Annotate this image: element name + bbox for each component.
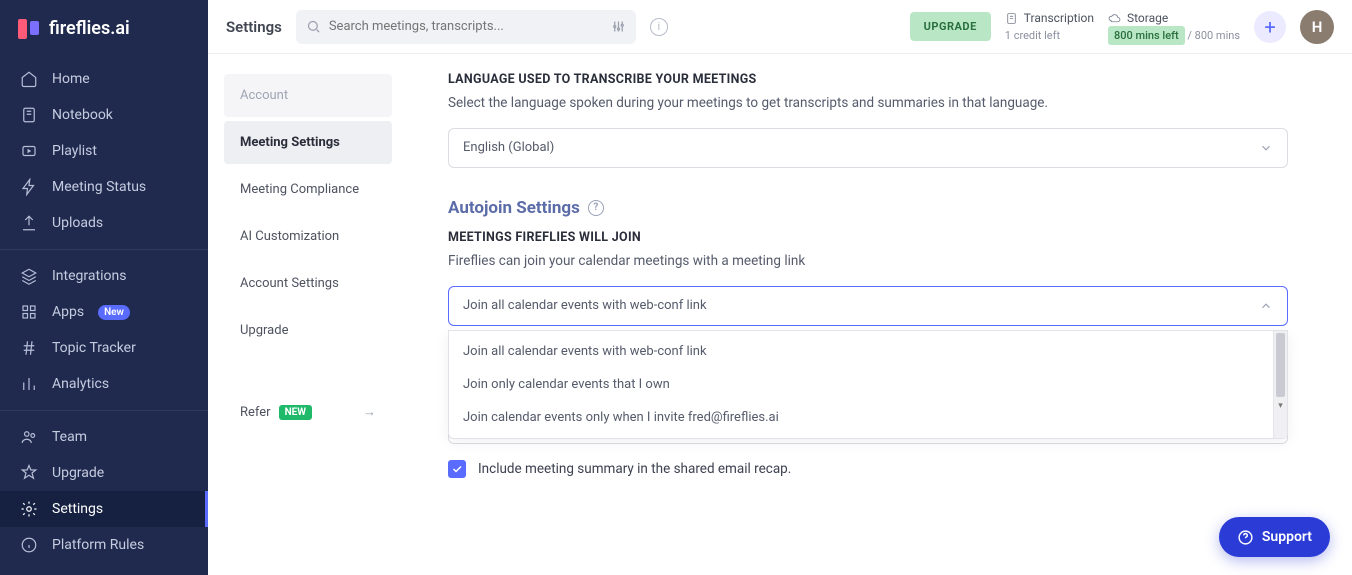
add-button[interactable]: + bbox=[1254, 11, 1286, 43]
playlist-icon bbox=[20, 142, 38, 160]
autojoin-section-title: Autojoin Settings ? bbox=[448, 198, 1288, 218]
sidebar-label: Uploads bbox=[52, 215, 103, 231]
sidebar-label: Notebook bbox=[52, 107, 113, 123]
sidebar-item-upgrade[interactable]: Upgrade bbox=[0, 455, 208, 491]
join-heading: MEETINGS FIREFLIES WILL JOIN bbox=[448, 230, 1288, 245]
star-icon bbox=[20, 464, 38, 482]
chevron-down-icon bbox=[1259, 141, 1273, 155]
cloud-icon bbox=[1108, 12, 1121, 25]
grid-icon bbox=[20, 303, 38, 321]
sidebar-item-home[interactable]: Home bbox=[0, 61, 208, 97]
sidebar-label: Apps bbox=[52, 304, 84, 320]
gear-icon bbox=[20, 500, 38, 518]
page-title: Settings bbox=[226, 18, 282, 36]
layers-icon bbox=[20, 267, 38, 285]
autojoin-value: Join all calendar events with web-conf l… bbox=[463, 298, 707, 313]
sidebar-item-apps[interactable]: Apps New bbox=[0, 294, 208, 330]
subnav-refer[interactable]: ReferNEW→ bbox=[224, 390, 392, 434]
upgrade-button[interactable]: UPGRADE bbox=[910, 12, 991, 41]
search-input[interactable] bbox=[329, 19, 603, 34]
subnav-meeting-compliance[interactable]: Meeting Compliance bbox=[224, 168, 392, 211]
info-icon bbox=[20, 536, 38, 554]
sidebar-item-platform-rules[interactable]: Platform Rules bbox=[0, 527, 208, 563]
include-summary-row: Include meeting summary in the shared em… bbox=[448, 460, 1288, 478]
file-icon bbox=[1005, 12, 1018, 25]
scrollbar[interactable]: ▾ bbox=[1273, 331, 1287, 438]
include-summary-label: Include meeting summary in the shared em… bbox=[478, 461, 791, 477]
chart-icon bbox=[20, 375, 38, 393]
sidebar-item-settings[interactable]: Settings bbox=[0, 491, 208, 527]
storage-pill: 800 mins left bbox=[1108, 26, 1185, 45]
autojoin-select[interactable]: Join all calendar events with web-conf l… bbox=[448, 286, 1288, 326]
bolt-icon bbox=[20, 178, 38, 196]
transcription-stat: Transcription 1 credit left bbox=[1005, 11, 1094, 42]
sidebar-label: Playlist bbox=[52, 143, 97, 159]
search-icon bbox=[306, 19, 321, 34]
avatar[interactable]: H bbox=[1300, 10, 1334, 44]
home-icon bbox=[20, 70, 38, 88]
sidebar-item-topic-tracker[interactable]: Topic Tracker bbox=[0, 330, 208, 366]
join-description: Fireflies can join your calendar meeting… bbox=[448, 251, 1288, 272]
support-button[interactable]: Support bbox=[1219, 517, 1330, 557]
language-value: English (Global) bbox=[463, 140, 554, 155]
info-button[interactable]: i bbox=[650, 18, 668, 36]
sidebar-label: Analytics bbox=[52, 376, 109, 392]
include-summary-checkbox[interactable] bbox=[448, 460, 466, 478]
subnav-ai-customization[interactable]: AI Customization bbox=[224, 215, 392, 258]
search-box[interactable] bbox=[296, 10, 636, 44]
sidebar-item-team[interactable]: Team bbox=[0, 419, 208, 455]
topbar: Settings i UPGRADE Transcription 1 credi… bbox=[208, 0, 1352, 54]
sidebar-label: Team bbox=[52, 429, 87, 445]
sidebar-item-integrations[interactable]: Integrations bbox=[0, 258, 208, 294]
help-circle-icon bbox=[1237, 529, 1254, 546]
sliders-icon[interactable] bbox=[611, 19, 626, 34]
language-heading: LANGUAGE USED TO TRANSCRIBE YOUR MEETING… bbox=[448, 72, 1288, 87]
sidebar-label: Meeting Status bbox=[52, 179, 146, 195]
hash-icon bbox=[20, 339, 38, 357]
sidebar-label: Settings bbox=[52, 501, 103, 517]
autojoin-dropdown: Join all calendar events with web-conf l… bbox=[448, 330, 1288, 439]
language-description: Select the language spoken during your m… bbox=[448, 93, 1288, 114]
sidebar-label: Upgrade bbox=[52, 465, 104, 481]
sidebar-label: Platform Rules bbox=[52, 537, 144, 553]
sidebar-item-meeting-status[interactable]: Meeting Status bbox=[0, 169, 208, 205]
subnav-account-settings[interactable]: Account Settings bbox=[224, 262, 392, 305]
sidebar-item-uploads[interactable]: Uploads bbox=[0, 205, 208, 241]
language-select[interactable]: English (Global) bbox=[448, 128, 1288, 168]
autojoin-option[interactable]: Join calendar events only when I invite … bbox=[449, 401, 1273, 434]
chevron-up-icon bbox=[1259, 299, 1273, 313]
subnav-account[interactable]: Account bbox=[224, 74, 392, 117]
sidebar-label: Integrations bbox=[52, 268, 126, 284]
subnav-meeting-settings[interactable]: Meeting Settings bbox=[224, 121, 392, 164]
arrow-right-icon: → bbox=[363, 404, 376, 420]
subnav-upgrade[interactable]: Upgrade bbox=[224, 309, 392, 352]
sidebar-item-notebook[interactable]: Notebook bbox=[0, 97, 208, 133]
notebook-icon bbox=[20, 106, 38, 124]
logo[interactable]: fireflies.ai bbox=[0, 14, 208, 57]
logo-icon bbox=[18, 19, 39, 39]
new-badge: New bbox=[98, 305, 130, 320]
storage-stat: Storage 800 mins left / 800 mins bbox=[1108, 11, 1240, 42]
content: LANGUAGE USED TO TRANSCRIBE YOUR MEETING… bbox=[408, 54, 1328, 575]
sidebar: fireflies.ai Home Notebook Playlist Meet… bbox=[0, 0, 208, 575]
brand-name: fireflies.ai bbox=[49, 18, 130, 39]
settings-subnav: Account Meeting Settings Meeting Complia… bbox=[208, 54, 408, 575]
team-icon bbox=[20, 428, 38, 446]
autojoin-option[interactable]: Join all calendar events with web-conf l… bbox=[449, 335, 1273, 368]
upload-icon bbox=[20, 214, 38, 232]
new-badge: NEW bbox=[279, 405, 312, 420]
autojoin-option[interactable]: Join only calendar events that I own bbox=[449, 368, 1273, 401]
sidebar-label: Home bbox=[52, 71, 90, 87]
sidebar-item-playlist[interactable]: Playlist bbox=[0, 133, 208, 169]
help-icon[interactable]: ? bbox=[588, 200, 604, 216]
sidebar-label: Topic Tracker bbox=[52, 340, 136, 356]
sidebar-item-analytics[interactable]: Analytics bbox=[0, 366, 208, 402]
